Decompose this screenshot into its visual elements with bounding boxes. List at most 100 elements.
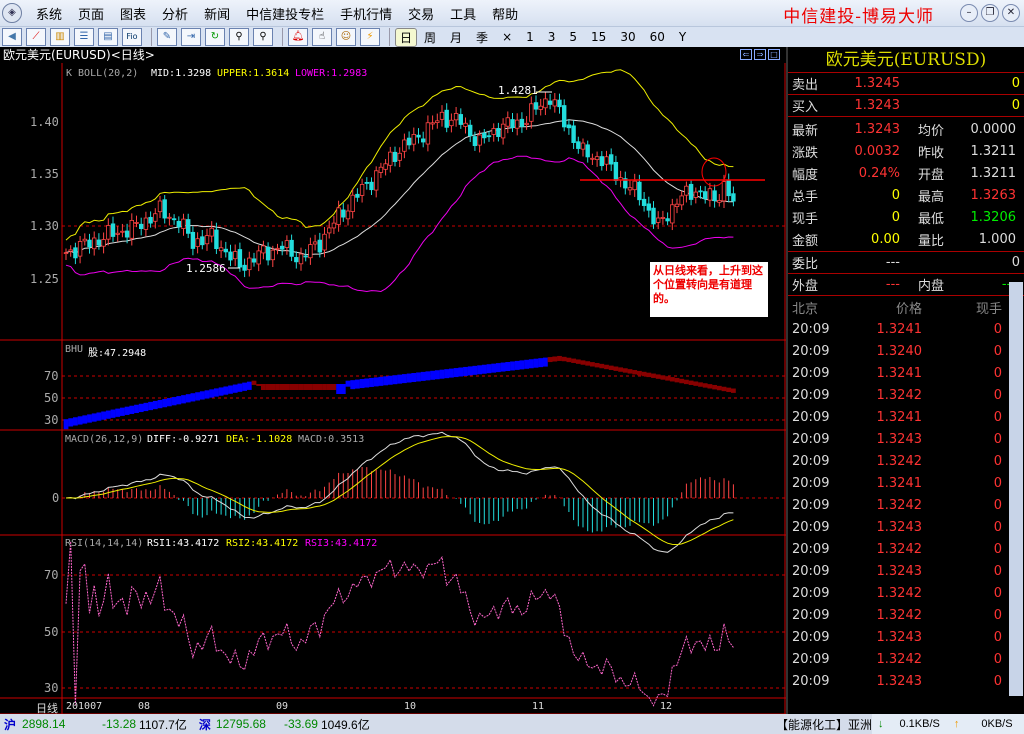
- menu-tools[interactable]: 工具: [442, 4, 484, 23]
- list-icon[interactable]: ☰: [74, 28, 94, 46]
- candle-body: [190, 231, 196, 249]
- period-3min[interactable]: 3: [541, 30, 563, 44]
- value: 1.000: [978, 231, 1016, 247]
- bhu-bar: [726, 387, 732, 393]
- period-60min[interactable]: 60: [643, 30, 672, 44]
- bhu-tick: 30: [44, 413, 59, 427]
- bhu-bar: [641, 371, 647, 377]
- tick-price: 1.3243: [876, 431, 923, 447]
- candle-body: [731, 193, 736, 202]
- bhu-bar: [547, 357, 553, 363]
- lightning-icon[interactable]: ⚡︎: [360, 28, 380, 46]
- fio-icon[interactable]: Fio: [122, 28, 142, 46]
- menu-system[interactable]: 系统: [28, 4, 70, 23]
- macd-tick: 0: [52, 491, 60, 505]
- bhu-bar: [82, 415, 88, 424]
- minimize-icon[interactable]: –: [960, 4, 978, 22]
- candle-body: [270, 249, 275, 261]
- bhu-bar: [326, 384, 332, 390]
- period-5min[interactable]: 5: [562, 30, 584, 44]
- period-x[interactable]: ×: [495, 30, 519, 44]
- close-icon[interactable]: ✕: [1002, 4, 1020, 22]
- period-week[interactable]: 周: [417, 29, 443, 46]
- bhu-bar: [496, 363, 501, 373]
- tick-price: 1.3242: [876, 651, 923, 667]
- label: 金额: [792, 233, 819, 249]
- app-logo-icon[interactable]: ◈: [2, 3, 22, 23]
- candle-body: [176, 220, 181, 228]
- zoom-out-icon[interactable]: ⚲: [253, 28, 273, 46]
- period-year[interactable]: Y: [672, 30, 693, 44]
- tick-time: 20:09: [792, 607, 830, 623]
- maximize-icon[interactable]: □: [768, 49, 780, 60]
- tick-price: 1.3242: [876, 607, 923, 623]
- menu-mobile-quotes[interactable]: 手机行情: [332, 4, 400, 23]
- line-chart-icon[interactable]: ⟋: [26, 28, 46, 46]
- candle-body: [101, 239, 106, 247]
- alarm-icon[interactable]: 🔔︎: [288, 28, 308, 46]
- refresh-icon[interactable]: ↻: [205, 28, 225, 46]
- export-icon[interactable]: ⇥: [181, 28, 201, 46]
- period-1min[interactable]: 1: [519, 30, 541, 44]
- candle-body: [613, 161, 619, 182]
- kline-chart[interactable]: [0, 63, 786, 714]
- menu-news[interactable]: 新闻: [196, 4, 238, 23]
- users-icon[interactable]: ☺: [336, 28, 356, 46]
- low-marker: 1.2586: [186, 262, 226, 275]
- period-month[interactable]: 月: [443, 29, 469, 46]
- candle-body: [336, 207, 341, 225]
- period-day[interactable]: 日: [395, 27, 418, 47]
- edit-icon[interactable]: ✎: [157, 28, 177, 46]
- candle-body: [599, 156, 604, 167]
- pointer-icon[interactable]: ☝: [312, 28, 332, 46]
- bhu-bar: [557, 355, 562, 361]
- menu-chart[interactable]: 图表: [112, 4, 154, 23]
- tick-time: 20:09: [792, 519, 830, 535]
- bhu-bar: [270, 384, 276, 390]
- kline-icon[interactable]: ▥: [50, 28, 70, 46]
- tick-scrollbar[interactable]: [1009, 282, 1023, 696]
- bhu-bar: [627, 369, 633, 374]
- candle-body: [467, 124, 473, 137]
- boll-label: K BOLL(20,2): [66, 68, 139, 79]
- tick-price: 1.3243: [876, 673, 923, 689]
- candle-body: [604, 156, 609, 165]
- tick-row: 20:09 1.3242 0: [788, 604, 1024, 626]
- period-30min[interactable]: 30: [613, 30, 642, 44]
- bhu-bar: [124, 406, 130, 415]
- prev-icon[interactable]: ⇐: [740, 49, 752, 60]
- back-icon[interactable]: ◀: [2, 28, 22, 46]
- zoom-in-icon[interactable]: ⚲: [229, 28, 249, 46]
- candle-body: [129, 220, 134, 239]
- tick-time: 20:09: [792, 673, 830, 689]
- candle-body: [265, 246, 271, 261]
- label: 委比: [792, 257, 819, 272]
- menu-analysis[interactable]: 分析: [154, 4, 196, 23]
- menu-citic-column[interactable]: 中信建投专栏: [238, 4, 332, 23]
- restore-icon[interactable]: ❐: [981, 4, 999, 22]
- candle-body: [373, 170, 379, 191]
- news-ticker[interactable]: 【能源化工】亚洲概: [776, 716, 884, 733]
- next-icon[interactable]: ⇒: [754, 49, 766, 60]
- candle-body: [345, 210, 351, 220]
- bhu-bar: [143, 402, 149, 412]
- period-quarter[interactable]: 季: [469, 29, 495, 46]
- menu-help[interactable]: 帮助: [484, 4, 526, 23]
- quote-row-amount: 金额 0.00 量比 1.000: [788, 228, 1024, 250]
- tick-volume: 0: [993, 453, 1002, 469]
- menu-page[interactable]: 页面: [70, 4, 112, 23]
- report-icon[interactable]: ▤: [98, 28, 118, 46]
- bhu-bar: [397, 374, 403, 384]
- bhu-bar: [449, 368, 454, 378]
- candle-body: [656, 217, 661, 223]
- candle-body: [552, 99, 557, 107]
- tick-volume: 0: [993, 519, 1002, 535]
- value: ---: [962, 277, 1016, 292]
- bhu-bar: [693, 381, 699, 386]
- candle-body: [482, 132, 487, 139]
- candle-body: [543, 98, 548, 109]
- tick-row: 20:09 1.3242 0: [788, 494, 1024, 516]
- period-15min[interactable]: 15: [584, 30, 613, 44]
- bhu-bar: [439, 369, 445, 379]
- menu-trade[interactable]: 交易: [400, 4, 442, 23]
